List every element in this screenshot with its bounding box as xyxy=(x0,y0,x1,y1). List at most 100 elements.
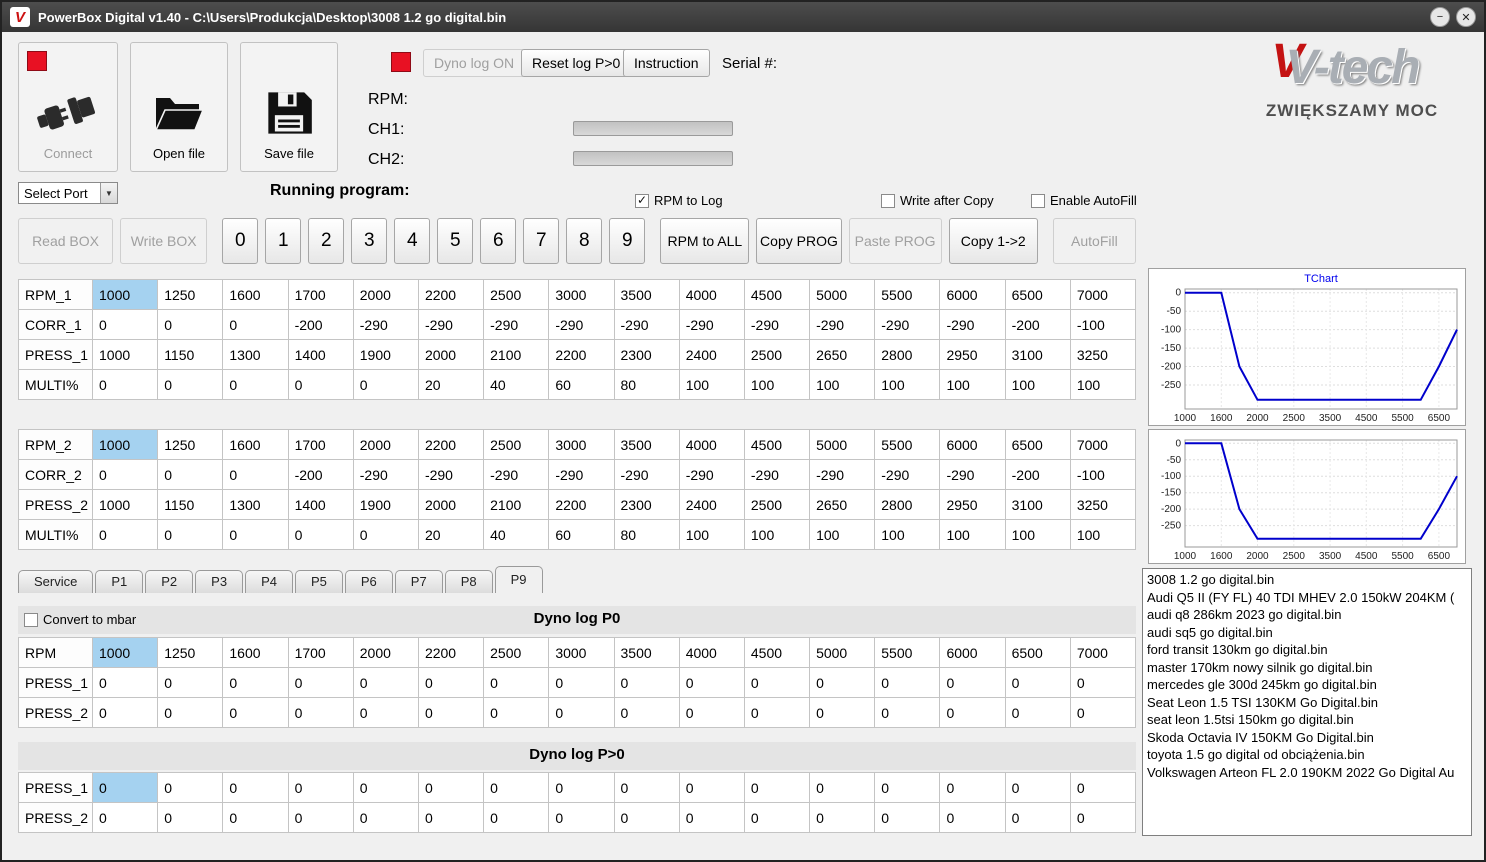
table-cell[interactable]: 0 xyxy=(157,459,224,490)
file-list-item[interactable]: 3008 1.2 go digital.bin xyxy=(1143,571,1471,589)
table-cell[interactable]: 100 xyxy=(678,519,745,550)
table-cell[interactable]: 0 xyxy=(91,802,159,833)
table-cell[interactable]: 0 xyxy=(678,802,745,833)
table-cell[interactable]: -290 xyxy=(417,309,485,340)
table-cell[interactable]: 7000 xyxy=(1069,637,1137,668)
copy-1-2-button[interactable]: Copy 1->2 xyxy=(948,218,1038,264)
table-cell[interactable]: -290 xyxy=(874,459,941,490)
table-cell[interactable]: -290 xyxy=(939,309,1006,340)
table-cell[interactable]: 1600 xyxy=(222,279,289,310)
tab-p2[interactable]: P2 xyxy=(145,570,194,593)
tab-p4[interactable]: P4 xyxy=(245,570,293,593)
table-cell[interactable]: 3500 xyxy=(613,637,680,668)
table-cell[interactable]: 0 xyxy=(417,667,485,698)
digit-button-5[interactable]: 5 xyxy=(437,218,474,264)
table-cell[interactable]: 0 xyxy=(548,667,615,698)
table-cell[interactable]: 20 xyxy=(417,519,485,550)
table-cell[interactable]: -100 xyxy=(1069,309,1137,340)
table-cell[interactable]: 1150 xyxy=(157,339,224,370)
open-file-button[interactable]: Open file xyxy=(130,42,228,172)
table-cell[interactable]: -200 xyxy=(287,309,354,340)
table-cell[interactable]: 5500 xyxy=(874,279,941,310)
table-cell[interactable]: 0 xyxy=(613,802,680,833)
file-list-item[interactable]: toyota 1.5 go digital od obciążenia.bin xyxy=(1143,746,1471,764)
table-cell[interactable]: -290 xyxy=(548,309,615,340)
table-cell[interactable]: -100 xyxy=(1069,459,1137,490)
table-cell[interactable]: 2200 xyxy=(417,429,485,460)
table-cell[interactable]: 1000 xyxy=(91,429,159,460)
table-cell[interactable]: 4500 xyxy=(743,429,811,460)
table-cell[interactable]: 100 xyxy=(809,369,876,400)
rpm-to-log-checkbox[interactable]: RPM to Log xyxy=(635,193,723,208)
table-cell[interactable]: 5000 xyxy=(809,637,876,668)
table-cell[interactable]: 0 xyxy=(352,772,419,803)
table-cell[interactable]: 3500 xyxy=(613,429,680,460)
table-cell[interactable]: 2800 xyxy=(874,339,941,370)
table-cell[interactable]: -290 xyxy=(417,459,485,490)
file-list-item[interactable]: mercedes gle 300d 245km go digital.bin xyxy=(1143,676,1471,694)
table-cell[interactable]: 0 xyxy=(939,697,1006,728)
digit-button-9[interactable]: 9 xyxy=(609,218,646,264)
digit-button-2[interactable]: 2 xyxy=(308,218,345,264)
table-cell[interactable]: 100 xyxy=(809,519,876,550)
table-cell[interactable]: 0 xyxy=(743,667,811,698)
table-cell[interactable]: -200 xyxy=(1004,309,1071,340)
table-cell[interactable]: 0 xyxy=(1069,697,1137,728)
tab-p5[interactable]: P5 xyxy=(294,570,343,593)
table-cell[interactable]: 0 xyxy=(91,309,159,340)
table-cell[interactable]: 1000 xyxy=(91,279,159,310)
tab-p3[interactable]: P3 xyxy=(195,570,244,593)
table-cell[interactable]: 0 xyxy=(809,697,876,728)
table-cell[interactable]: 100 xyxy=(743,369,811,400)
file-list-item[interactable]: master 170km nowy silnik go digital.bin xyxy=(1143,659,1471,677)
minimize-button[interactable]: − xyxy=(1430,7,1450,27)
table-cell[interactable]: 100 xyxy=(1004,519,1071,550)
instruction-button[interactable]: Instruction xyxy=(623,49,710,77)
table-cell[interactable]: -290 xyxy=(613,459,680,490)
table-cell[interactable]: 0 xyxy=(222,802,289,833)
table-cell[interactable]: 0 xyxy=(1069,802,1137,833)
write-after-copy-checkbox[interactable]: Write after Copy xyxy=(881,193,994,208)
table-cell[interactable]: 100 xyxy=(743,519,811,550)
autofill-button[interactable]: AutoFill xyxy=(1052,218,1136,264)
connect-button[interactable]: Connect xyxy=(18,42,118,172)
table-cell[interactable]: 0 xyxy=(1004,697,1071,728)
table-cell[interactable]: -290 xyxy=(874,309,941,340)
table-cell[interactable]: 2950 xyxy=(939,489,1006,520)
copy-prog-button[interactable]: Copy PROG xyxy=(756,218,842,264)
file-list-item[interactable]: ford transit 130km go digital.bin xyxy=(1143,641,1471,659)
table-cell[interactable]: 1250 xyxy=(157,279,224,310)
select-port-dropdown[interactable]: Select Port ▼ xyxy=(18,182,118,204)
table-cell[interactable]: 3500 xyxy=(613,279,680,310)
table-cell[interactable]: 6500 xyxy=(1004,637,1071,668)
digit-button-3[interactable]: 3 xyxy=(351,218,388,264)
table-cell[interactable]: -290 xyxy=(678,309,745,340)
table-cell[interactable]: 0 xyxy=(417,802,485,833)
table-cell[interactable]: 100 xyxy=(874,519,941,550)
file-list-item[interactable]: Seat Leon 1.5 TSI 130KM Go Digital.bin xyxy=(1143,694,1471,712)
table-cell[interactable]: 0 xyxy=(157,667,224,698)
table-cell[interactable]: -290 xyxy=(548,459,615,490)
table-cell[interactable]: 1000 xyxy=(91,637,159,668)
table-cell[interactable]: 0 xyxy=(809,667,876,698)
table-cell[interactable]: 0 xyxy=(939,772,1006,803)
table-cell[interactable]: 3250 xyxy=(1069,339,1137,370)
reset-log-button[interactable]: Reset log P>0 xyxy=(521,49,632,77)
file-list-item[interactable]: audi sq5 go digital.bin xyxy=(1143,624,1471,642)
table-cell[interactable]: 100 xyxy=(939,519,1006,550)
table-cell[interactable]: 0 xyxy=(483,667,550,698)
digit-button-8[interactable]: 8 xyxy=(566,218,603,264)
table-cell[interactable]: 0 xyxy=(157,802,224,833)
table-cell[interactable]: 2200 xyxy=(548,489,615,520)
file-list-item[interactable]: Audi Q5 II (FY FL) 40 TDI MHEV 2.0 150kW… xyxy=(1143,589,1471,607)
paste-prog-button[interactable]: Paste PROG xyxy=(848,218,942,264)
table-cell[interactable]: 100 xyxy=(1069,519,1137,550)
table-cell[interactable]: 4500 xyxy=(743,637,811,668)
table-cell[interactable]: 20 xyxy=(417,369,485,400)
tab-p7[interactable]: P7 xyxy=(394,570,443,593)
table-cell[interactable]: 100 xyxy=(939,369,1006,400)
table-cell[interactable]: -290 xyxy=(809,459,876,490)
table-cell[interactable]: 5000 xyxy=(809,429,876,460)
table-cell[interactable]: 0 xyxy=(613,667,680,698)
table-cell[interactable]: 2200 xyxy=(417,279,485,310)
